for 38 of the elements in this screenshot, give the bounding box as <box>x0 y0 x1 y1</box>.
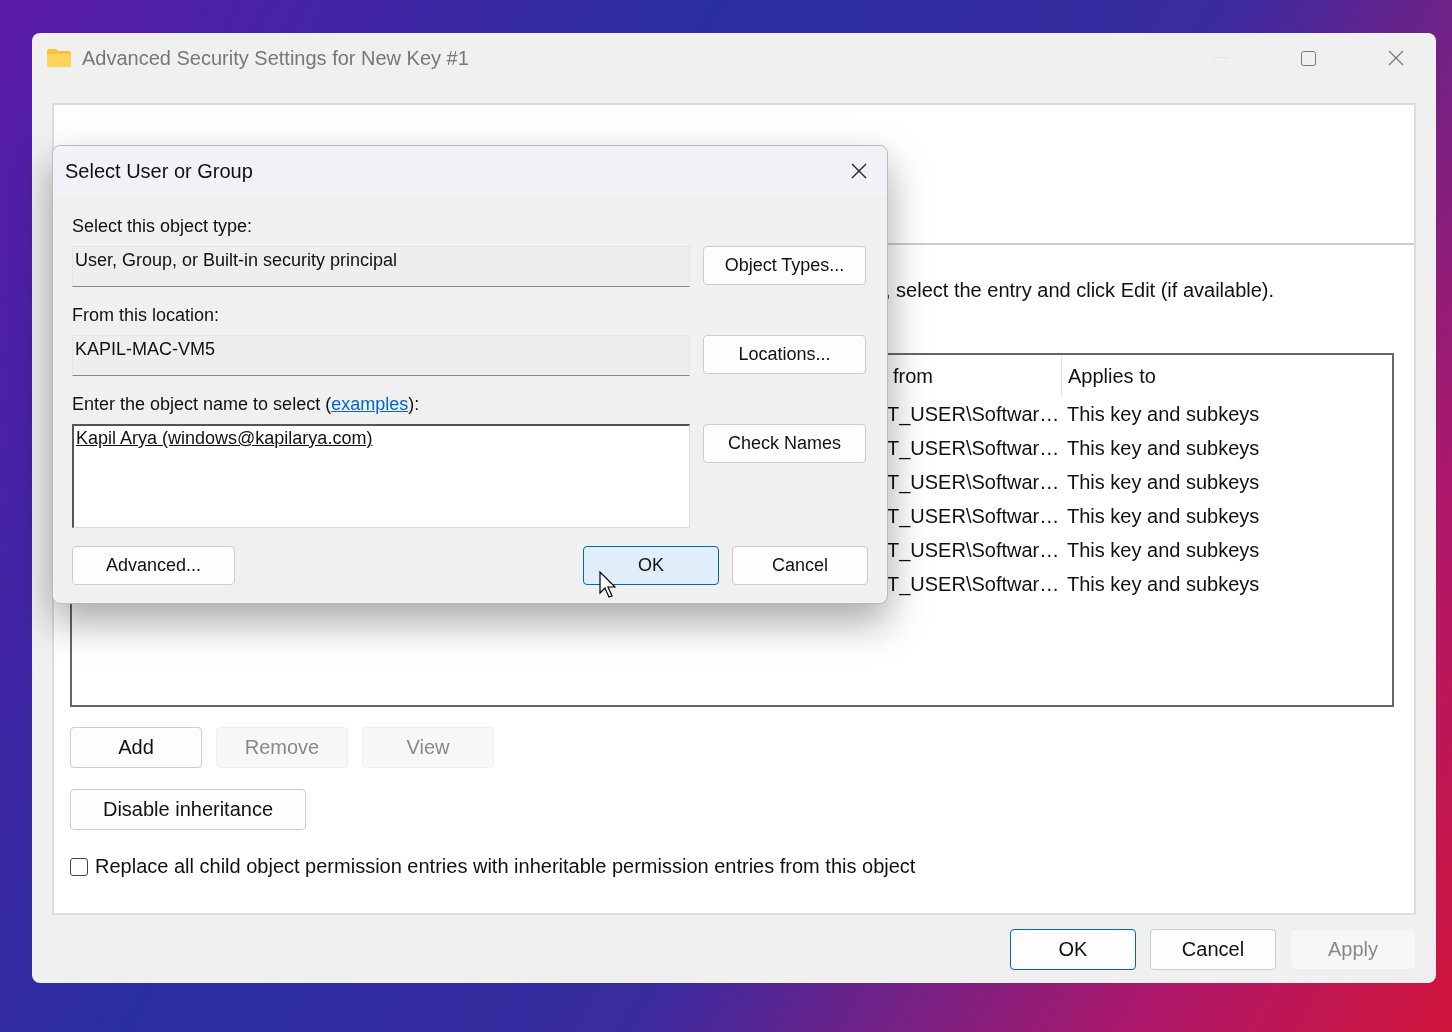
table-cell: T_USER\Softwar… <box>887 436 1061 460</box>
replace-checkbox[interactable] <box>70 857 88 876</box>
dialog-button[interactable]: Cancel <box>1150 929 1276 970</box>
object-type-field: User, Group, or Built-in security principal <box>72 246 690 287</box>
table-cell-text: This key and subkeys <box>1066 436 1260 460</box>
table-cell-text: This key and subkeys <box>1066 572 1260 596</box>
advanced-button[interactable]: Advanced... <box>72 546 235 585</box>
maximize-icon[interactable] <box>1301 50 1316 66</box>
table-cell-text: This key and subkeys <box>1066 538 1260 562</box>
table-cell: T_USER\Softwar… <box>887 402 1061 426</box>
dialog-button[interactable]: OK <box>583 546 719 585</box>
table-cell-text: This key and subkeys <box>1066 504 1260 528</box>
field-label: Select this object type: <box>72 216 254 238</box>
table-cell: T_USER\Softwar… <box>887 470 1061 494</box>
examples-link[interactable]: examples <box>331 394 409 414</box>
field-label: From this location: <box>72 305 221 327</box>
folder-icon <box>46 48 72 68</box>
check-names-button[interactable]: Check Names <box>703 424 866 463</box>
table-cell-text: This key and subkeys <box>1066 470 1260 494</box>
object-types-button[interactable]: Object Types... <box>703 246 866 285</box>
checkbox-label: Replace all child object permission entries with inheritable permission entries from this object <box>95 855 916 878</box>
dialog-title: Select User or Group <box>65 159 253 183</box>
field-label: Enter the object name to select (examples): <box>72 394 421 416</box>
column-header[interactable]: Applies to <box>1062 364 1156 388</box>
window-title: Advanced Security Settings for New Key #1 <box>82 46 469 70</box>
cursor-icon <box>599 571 619 599</box>
table-cell: T_USER\Softwar… <box>887 572 1061 596</box>
dialog-button[interactable]: Cancel <box>732 546 868 585</box>
table-cell: T_USER\Softwar… <box>887 504 1061 528</box>
table-cell-text: This key and subkeys <box>1066 402 1260 426</box>
table-cell: T_USER\Softwar… <box>887 538 1061 562</box>
location-field: KAPIL-MAC-VM5 <box>72 335 690 376</box>
dialog-button[interactable]: OK <box>1010 929 1136 970</box>
disable-inheritance-button[interactable]: Disable inheritance <box>70 789 306 830</box>
entry-button[interactable]: Add <box>70 727 202 768</box>
object-name-field[interactable]: Kapil Arya (windows@kapilarya.com) <box>72 424 690 528</box>
locations-button[interactable]: Locations... <box>703 335 866 374</box>
close-icon[interactable] <box>851 163 867 179</box>
